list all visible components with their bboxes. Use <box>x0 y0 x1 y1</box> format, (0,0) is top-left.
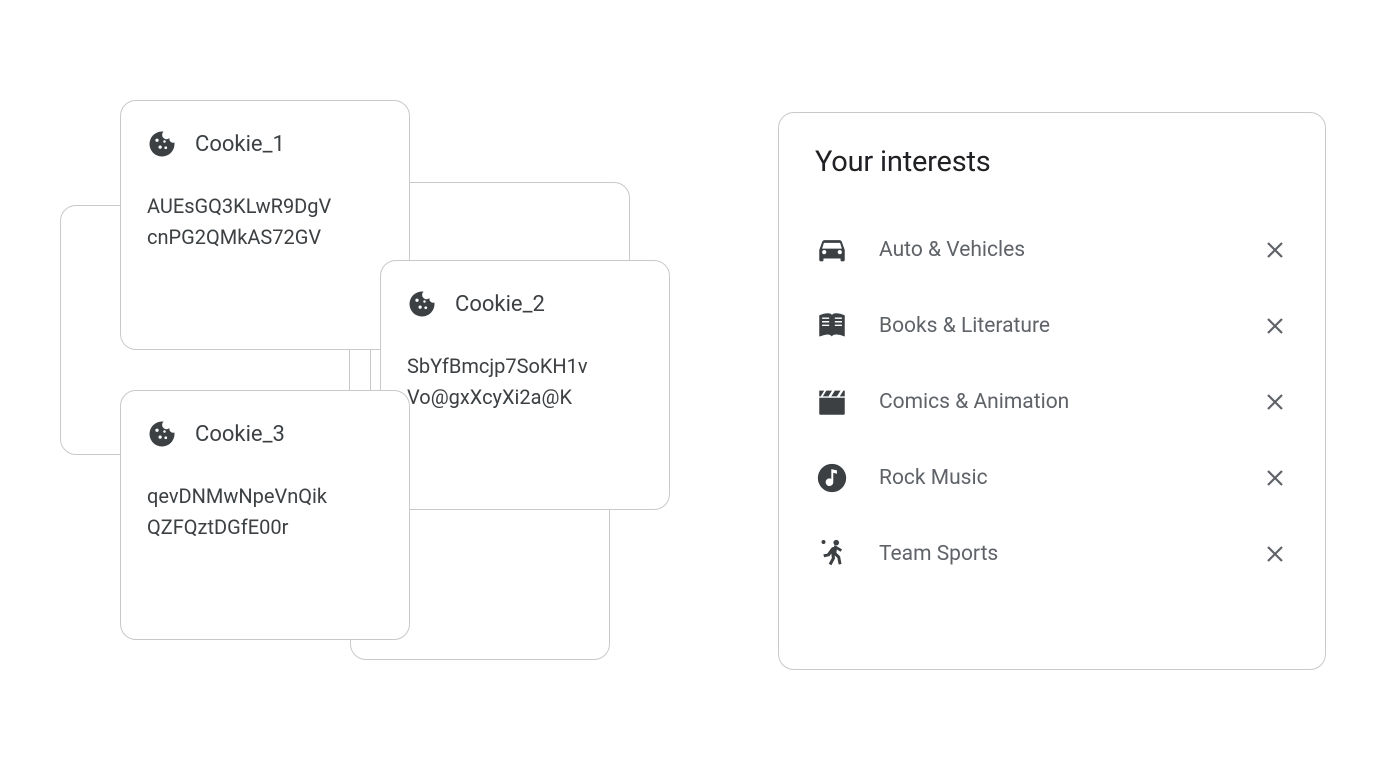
cookie-card-3: Cookie_3 qevDNMwNpeVnQik QZFQztDGfE00r <box>120 390 410 640</box>
close-icon[interactable] <box>1261 236 1289 264</box>
interest-label: Auto & Vehicles <box>879 238 1261 262</box>
interests-panel: Your interests Auto & Vehicles Books & L… <box>778 112 1326 670</box>
cookie-icon <box>407 289 437 319</box>
interest-row-auto-vehicles: Auto & Vehicles <box>815 221 1289 279</box>
close-icon[interactable] <box>1261 464 1289 492</box>
cookie-card-1: Cookie_1 AUEsGQ3KLwR9DgV cnPG2QMkAS72GV <box>120 100 410 350</box>
interest-label: Books & Literature <box>879 314 1261 338</box>
cookie-title: Cookie_3 <box>195 422 285 447</box>
cookie-title: Cookie_2 <box>455 292 545 317</box>
sports-icon <box>815 537 849 571</box>
cookie-icon <box>147 419 177 449</box>
music-note-icon <box>815 461 849 495</box>
cookie-value: qevDNMwNpeVnQik QZFQztDGfE00r <box>147 481 383 543</box>
close-icon[interactable] <box>1261 540 1289 568</box>
book-icon <box>815 309 849 343</box>
interests-heading: Your interests <box>815 145 1289 179</box>
interest-row-comics-animation: Comics & Animation <box>815 373 1289 431</box>
cookie-value: SbYfBmcjp7SoKH1v Vo@gxXcyXi2a@K <box>407 351 643 413</box>
cookie-card-2: Cookie_2 SbYfBmcjp7SoKH1v Vo@gxXcyXi2a@K <box>380 260 670 510</box>
close-icon[interactable] <box>1261 388 1289 416</box>
cookie-title: Cookie_1 <box>195 132 285 157</box>
cookie-value: AUEsGQ3KLwR9DgV cnPG2QMkAS72GV <box>147 191 383 253</box>
interest-row-books-literature: Books & Literature <box>815 297 1289 355</box>
cookies-cards-area: Cookie_1 AUEsGQ3KLwR9DgV cnPG2QMkAS72GV … <box>60 100 680 670</box>
interest-row-team-sports: Team Sports <box>815 525 1289 583</box>
cookie-icon <box>147 129 177 159</box>
interest-label: Comics & Animation <box>879 390 1261 414</box>
car-icon <box>815 233 849 267</box>
interest-row-rock-music: Rock Music <box>815 449 1289 507</box>
close-icon[interactable] <box>1261 312 1289 340</box>
interest-label: Rock Music <box>879 466 1261 490</box>
clapperboard-icon <box>815 385 849 419</box>
interest-label: Team Sports <box>879 542 1261 566</box>
